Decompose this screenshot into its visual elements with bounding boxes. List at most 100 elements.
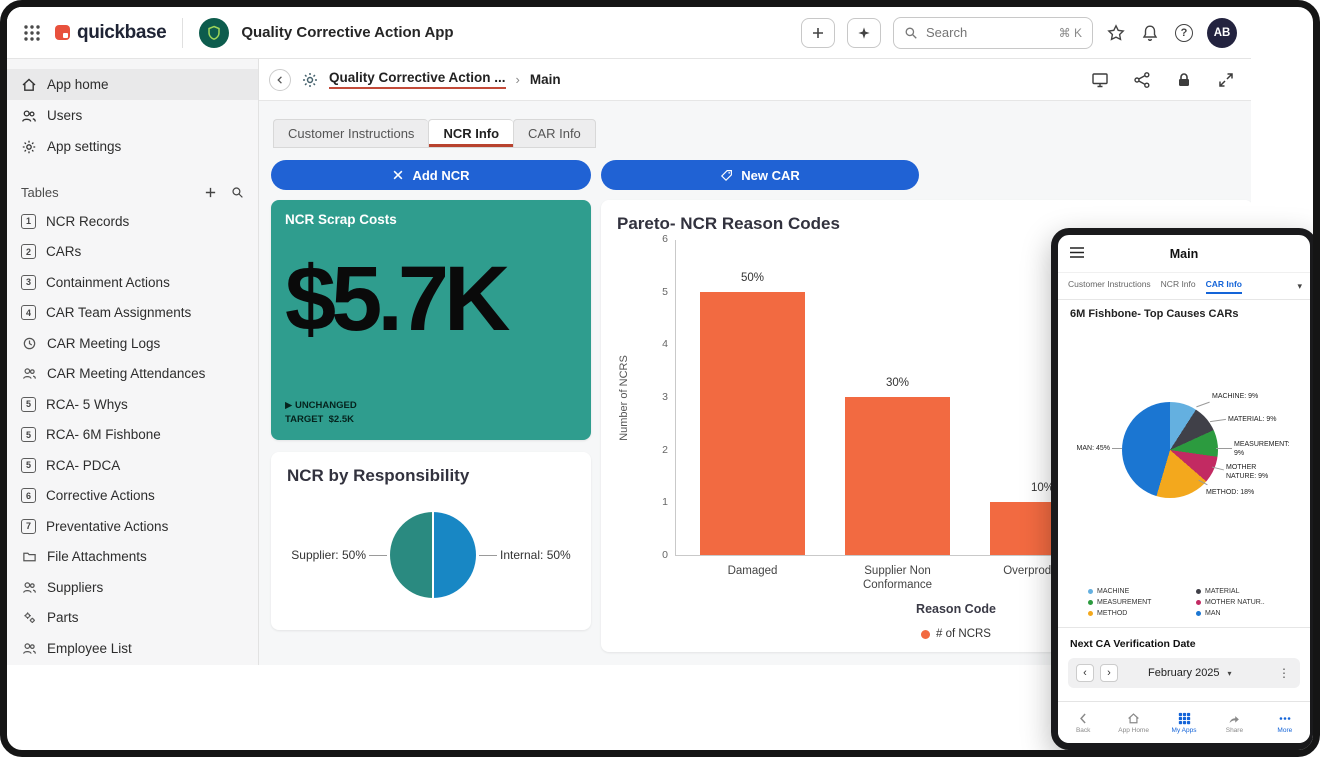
users-icon [21, 108, 37, 124]
nav-app-home[interactable]: App Home [1108, 702, 1158, 743]
tabs-overflow-caret-icon[interactable]: ▾ [1297, 281, 1302, 292]
add-table-icon[interactable] [204, 186, 217, 199]
y-axis-tick: 3 [646, 391, 668, 403]
breadcrumb-page-name: Main [530, 72, 561, 87]
window-frame: quickbase Quality Corrective Action App … [0, 0, 1320, 757]
tab-customer-instructions[interactable]: Customer Instructions [273, 119, 428, 148]
y-axis-tick: 2 [646, 444, 668, 456]
quickbase-logo[interactable]: quickbase [55, 22, 166, 44]
sidebar-table-rca-5-whys[interactable]: 5RCA- 5 Whys [7, 389, 258, 420]
phone-tab-customer-instructions[interactable]: Customer Instructions [1068, 279, 1151, 294]
sidebar-table-cars[interactable]: 2CARs [7, 237, 258, 268]
numbered-table-icon: 5 [21, 458, 36, 473]
gear-icon [21, 139, 37, 155]
sidebar-table-car-meeting-logs[interactable]: CAR Meeting Logs [7, 328, 258, 359]
pareto-bar[interactable] [845, 397, 950, 555]
tab-ncr-info[interactable]: NCR Info [428, 119, 513, 148]
app-launcher-waffle-icon[interactable] [21, 24, 43, 42]
back-chevron-icon [1077, 712, 1090, 725]
collapse-sidebar-button[interactable] [269, 69, 291, 91]
help-icon[interactable]: ? [1173, 24, 1195, 42]
sidebar-table-corrective-actions[interactable]: 6Corrective Actions [7, 481, 258, 512]
label-connector-line [1216, 448, 1232, 449]
nav-share[interactable]: Share [1209, 702, 1259, 743]
target-label: TARGET [285, 414, 323, 425]
ncr-scrap-costs-card[interactable]: NCR Scrap Costs $5.7K ▶ UNCHANGED TARGET… [271, 200, 591, 440]
legend-item: MATERIAL [1196, 588, 1308, 595]
sidebar-table-ncr-records[interactable]: 1NCR Records [7, 206, 258, 237]
user-avatar[interactable]: AB [1207, 18, 1237, 48]
page-settings-gear-icon[interactable] [301, 71, 319, 89]
sidebar-table-preventative-actions[interactable]: 7Preventative Actions [7, 511, 258, 542]
fishbone-chart-card: 6M Fishbone- Top Causes CARs MACHINE: 9%… [1058, 300, 1310, 617]
search-tables-icon[interactable] [231, 186, 244, 199]
dashboard-tabs: Customer Instructions NCR Info CAR Info [273, 119, 1239, 148]
label-connector-line [1112, 448, 1122, 449]
nav-my-apps[interactable]: My Apps [1159, 702, 1209, 743]
legend-item: MAN [1196, 610, 1308, 617]
legend-dot [1088, 611, 1093, 616]
ai-smart-builder-button[interactable] [847, 18, 881, 48]
clock-icon [21, 336, 37, 351]
people-icon [21, 580, 37, 595]
calendar-caret-icon[interactable]: ▾ [1228, 669, 1232, 678]
tab-car-info[interactable]: CAR Info [513, 119, 596, 148]
measurement-slice-label: MEASUREMENT: 9% [1234, 440, 1290, 459]
sidebar-table-employee-list[interactable]: Employee List [7, 633, 258, 664]
internal-slice-label: Internal: 50% [500, 548, 571, 562]
sidebar-table-car-team-assignments[interactable]: 4CAR Team Assignments [7, 298, 258, 329]
phone-tab-car-info[interactable]: CAR Info [1206, 279, 1242, 294]
lock-icon[interactable] [1175, 71, 1193, 89]
legend-dot [921, 630, 930, 639]
y-axis-tick: 4 [646, 338, 668, 350]
numbered-table-icon: 2 [21, 244, 36, 259]
quickbase-logo-text: quickbase [77, 22, 166, 44]
nav-back[interactable]: Back [1058, 702, 1108, 743]
new-car-button[interactable]: New CAR [601, 160, 919, 190]
y-axis-tick: 5 [646, 286, 668, 298]
share-network-icon[interactable] [1133, 71, 1151, 89]
notifications-bell-icon[interactable] [1139, 24, 1161, 42]
sidebar-table-suppliers[interactable]: Suppliers [7, 572, 258, 603]
favorites-star-icon[interactable] [1105, 24, 1127, 42]
new-item-button[interactable] [801, 18, 835, 48]
expand-icon[interactable] [1217, 71, 1235, 89]
bar-percent-label: 30% [845, 377, 950, 389]
pareto-bar[interactable] [700, 292, 805, 555]
breadcrumb-app-name[interactable]: Quality Corrective Action ... [329, 70, 506, 89]
calendar-month-label[interactable]: February 2025 [1148, 667, 1220, 679]
global-search-box[interactable]: ⌘ K [893, 17, 1093, 49]
label-connector-line [1196, 402, 1209, 408]
phone-tab-ncr-info[interactable]: NCR Info [1161, 279, 1196, 294]
legend-dot [1088, 589, 1093, 594]
people-icon [21, 366, 37, 381]
add-ncr-button[interactable]: Add NCR [271, 160, 591, 190]
pareto-y-axis-label: Number of NCRS [618, 355, 630, 441]
calendar-prev-button[interactable]: ‹ [1076, 664, 1094, 682]
calendar-kebab-menu-icon[interactable]: ⋮ [1278, 666, 1290, 680]
sidebar-table-file-attachments[interactable]: File Attachments [7, 542, 258, 573]
sidebar-item-users[interactable]: Users [7, 100, 258, 131]
legend-label: # of NCRS [936, 628, 991, 640]
search-input[interactable] [926, 25, 1051, 40]
numbered-table-icon: 3 [21, 275, 36, 290]
sidebar-item-app-home[interactable]: App home [7, 69, 258, 100]
nav-more[interactable]: More [1260, 702, 1310, 743]
sidebar-item-app-settings[interactable]: App settings [7, 131, 258, 162]
bar-percent-label: 50% [700, 272, 805, 284]
sidebar-table-containment-actions[interactable]: 3Containment Actions [7, 267, 258, 298]
hamburger-menu-icon[interactable] [1070, 247, 1084, 258]
present-monitor-icon[interactable] [1091, 71, 1109, 89]
sidebar-table-car-meeting-attendances[interactable]: CAR Meeting Attendances [7, 359, 258, 390]
responsibility-pie[interactable] [390, 512, 476, 598]
sidebar-table-rca-pdca[interactable]: 5RCA- PDCA [7, 450, 258, 481]
legend-item: MOTHER NATUR.. [1196, 599, 1308, 606]
label-connector-line [369, 555, 387, 556]
numbered-table-icon: 5 [21, 397, 36, 412]
sidebar-table-rca-6m-fishbone[interactable]: 5RCA- 6M Fishbone [7, 420, 258, 451]
calendar-next-button[interactable]: › [1100, 664, 1118, 682]
phone-tabs: Customer Instructions NCR Info CAR Info … [1058, 273, 1310, 300]
legend-dot [1196, 611, 1201, 616]
apps-grid-icon [1178, 712, 1191, 725]
sidebar-table-parts[interactable]: Parts [7, 603, 258, 634]
